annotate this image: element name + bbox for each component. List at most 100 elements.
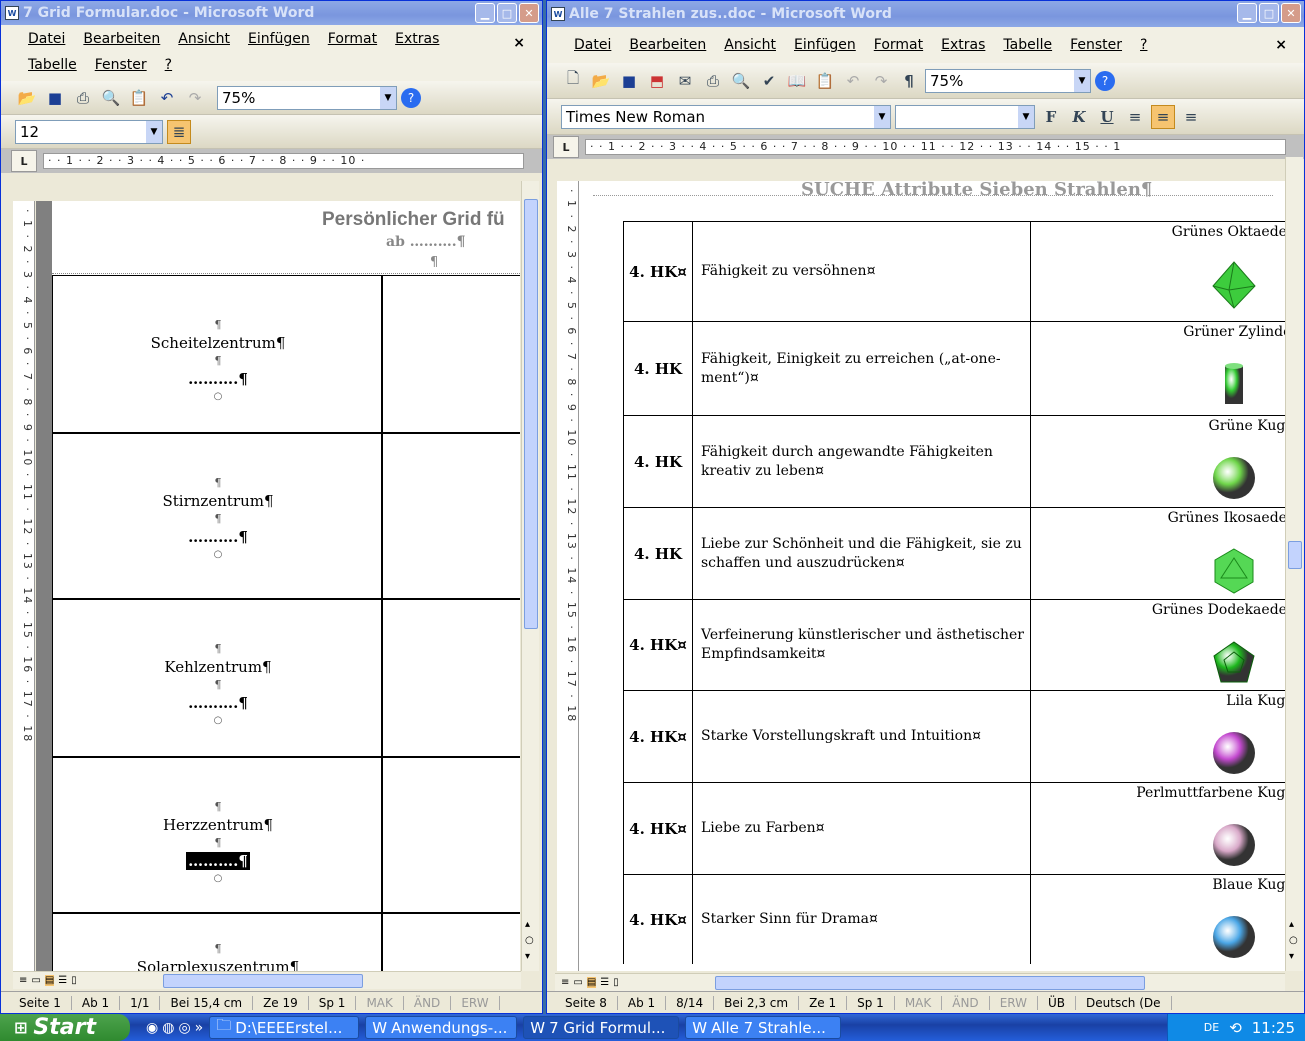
left-vertical-scrollbar[interactable]: ▴ ○ ▾ — [521, 181, 539, 971]
web-view-icon[interactable]: ▭ — [31, 975, 40, 986]
task-alle-strahlen[interactable]: W Alle 7 Strahle... — [685, 1016, 842, 1039]
paste-icon[interactable]: 📋 — [813, 69, 837, 93]
attribute-cell[interactable]: Liebe zur Schönheit und die Fähigkeit, s… — [693, 508, 1031, 599]
menu-item-6[interactable]: Tabelle — [994, 33, 1061, 61]
email-icon[interactable]: ✉ — [673, 69, 697, 93]
attribute-cell[interactable]: Liebe zu Farben¤ — [693, 783, 1031, 874]
attribute-cell[interactable]: Fähigkeit zu versöhnen¤ — [693, 222, 1031, 321]
close-button[interactable]: ✕ — [519, 3, 539, 23]
menu-item-2[interactable]: Ansicht — [715, 33, 785, 61]
shape-cell[interactable]: Lila Kugel¶ — [1031, 691, 1285, 782]
browse-buttons[interactable]: ▴ ○ ▾ — [525, 917, 534, 965]
date-placeholder[interactable]: ……….¶ — [53, 694, 383, 712]
left-document-area[interactable]: Persönlicher Grid fü ab ……….¶ ¶ ¶ Scheite… — [36, 201, 520, 971]
menu-item-6[interactable]: Tabelle — [19, 53, 86, 79]
chakra-cell[interactable]: ¶ Stirnzentrum¶ ¶ ……….¶ ○ — [52, 433, 382, 599]
minimize-button[interactable]: ▁ — [1237, 3, 1257, 23]
scroll-thumb[interactable] — [524, 199, 538, 629]
network-icon[interactable]: ⟲ — [1229, 1019, 1242, 1037]
task-grid-formular[interactable]: W7 Grid Formul... — [523, 1016, 680, 1039]
maximize-button[interactable]: □ — [497, 3, 517, 23]
tab-selector[interactable]: L — [11, 150, 37, 172]
menu-item-8[interactable]: ? — [156, 53, 181, 79]
permission-icon[interactable]: ⬒ — [645, 69, 669, 93]
right-document-area[interactable]: SUCHE Attribute Sieben Strahlen¶ 4. HK¤ F… — [579, 181, 1285, 971]
date-placeholder[interactable]: ……….¶ — [53, 370, 383, 388]
reading-view-icon[interactable]: ▯ — [613, 977, 619, 988]
print-icon[interactable]: ⎙ — [701, 69, 725, 93]
menu-item-1[interactable]: Bearbeiten — [74, 27, 169, 53]
print-layout-icon[interactable]: ▤ — [586, 977, 597, 988]
open-icon[interactable]: 📂 — [589, 69, 613, 93]
table-row[interactable]: 4. HK Liebe zur Schönheit und die Fähigke… — [623, 507, 1285, 599]
table-row[interactable]: 4. HK¤ Liebe zu Farben¤ Perlmuttfarbene Ku… — [623, 782, 1285, 874]
menu-item-1[interactable]: Bearbeiten — [620, 33, 715, 61]
chakra-cell[interactable]: ¶ Scheitelzentrum¶ ¶ ……….¶ ○ — [52, 275, 382, 433]
normal-view-icon[interactable]: ≡ — [561, 977, 569, 988]
h-scroll-thumb[interactable] — [715, 976, 1145, 990]
underline-button[interactable]: U — [1095, 105, 1119, 129]
maximize-button[interactable]: □ — [1259, 3, 1279, 23]
chakra-cell[interactable]: ¶ Kehlzentrum¶ ¶ ……….¶ ○ — [52, 599, 382, 757]
font-size-select[interactable]: 12 ▼ — [15, 119, 163, 144]
ie-icon[interactable]: ◉ — [146, 1020, 158, 1036]
h-scroll-thumb[interactable] — [163, 974, 363, 988]
shape-cell[interactable]: Grünes Dodekaeder ¶ — [1031, 600, 1285, 690]
zoom-select[interactable]: 75% ▼ — [925, 68, 1091, 93]
left-vertical-ruler[interactable]: · 1 · 2 · 3 · 4 · 5 · 6 · 7 · 8 · 9 · 10… — [13, 201, 35, 971]
web-view-icon[interactable]: ▭ — [573, 977, 582, 988]
undo-icon[interactable]: ↶ — [841, 69, 865, 93]
chakra-cell[interactable]: ¶ Herzzentrum¶ ¶ ……….¶ ○ — [52, 757, 382, 913]
date-placeholder[interactable]: ……….¶ — [186, 852, 250, 870]
attribute-cell[interactable]: Starke Vorstellungskraft und Intuition¤ — [693, 691, 1031, 782]
print-layout-icon[interactable]: ▤ — [44, 975, 55, 986]
minimize-button[interactable]: ▁ — [475, 3, 495, 23]
research-icon[interactable]: 📖 — [785, 69, 809, 93]
left-word-window[interactable]: W 7 Grid Formular.doc - Microsoft Word ▁… — [0, 0, 543, 1014]
table-row[interactable]: 4. HK Fähigkeit, Einigkeit zu erreichen (… — [623, 321, 1285, 415]
reading-view-icon[interactable]: ▯ — [71, 975, 77, 986]
menu-item-5[interactable]: Extras — [386, 27, 448, 53]
shape-cell[interactable]: Grünes Ikosaeder ¶ — [1031, 508, 1285, 599]
scroll-thumb[interactable] — [1288, 541, 1302, 569]
cell-right[interactable] — [382, 433, 520, 599]
date-placeholder[interactable]: ……….¶ — [53, 528, 383, 546]
shape-cell[interactable]: Grüner Zylinder¶ — [1031, 322, 1285, 415]
menu-item-4[interactable]: Format — [319, 27, 386, 53]
language-indicator[interactable]: DE — [1204, 1021, 1219, 1034]
cell-right[interactable] — [382, 913, 520, 971]
menu-item-5[interactable]: Extras — [932, 33, 994, 61]
right-vertical-scrollbar[interactable]: ▴ ○ ▾ — [1285, 157, 1303, 971]
more-icon[interactable]: » — [195, 1020, 204, 1036]
browse-buttons[interactable]: ▴ ○ ▾ — [1289, 917, 1298, 965]
clock[interactable]: 11:25 — [1252, 1019, 1295, 1037]
right-vertical-ruler[interactable]: · 1 · 2 · 3 · 4 · 5 · 6 · 7 · 8 · 9 · 10… — [557, 181, 579, 971]
justify-icon[interactable]: ≣ — [167, 119, 191, 144]
shape-cell[interactable]: Perlmuttfarbene Kugel¶ — [1031, 783, 1285, 874]
menu-item-3[interactable]: Einfügen — [785, 33, 865, 61]
menu-item-3[interactable]: Einfügen — [239, 27, 319, 53]
close-document-button[interactable]: × — [1266, 33, 1296, 57]
attribute-cell[interactable]: Verfeinerung künstlerischer und ästhetis… — [693, 600, 1031, 690]
outline-view-icon[interactable]: ☰ — [58, 975, 67, 986]
outline-view-icon[interactable]: ☰ — [600, 977, 609, 988]
cell-right[interactable] — [382, 275, 520, 433]
close-button[interactable]: ✕ — [1281, 3, 1301, 23]
save-icon[interactable]: ■ — [43, 86, 67, 110]
align-right-icon[interactable]: ≡ — [1179, 105, 1203, 129]
left-horizontal-ruler[interactable]: L · · 1 · · 2 · · 3 · · 4 · · 5 · · 6 · … — [1, 149, 542, 173]
redo-icon[interactable]: ↷ — [869, 69, 893, 93]
table-row[interactable]: 4. HK¤ Starke Vorstellungskraft und Intui… — [623, 690, 1285, 782]
menu-item-4[interactable]: Format — [865, 33, 932, 61]
menu-item-0[interactable]: Datei — [565, 33, 620, 61]
chakra-cell[interactable]: ¶ Solarplexuszentrum¶ — [52, 913, 382, 971]
menu-item-8[interactable]: ? — [1131, 33, 1156, 61]
task-explorer[interactable]: 🗀 D:\EEEErstel... — [209, 1016, 360, 1039]
help-icon[interactable]: ? — [1095, 70, 1115, 91]
close-document-button[interactable]: × — [504, 31, 534, 55]
save-icon[interactable]: ■ — [617, 69, 641, 93]
attribute-cell[interactable]: Fähigkeit durch angewandte Fähigkeiten k… — [693, 416, 1031, 507]
table-row[interactable]: 4. HK Fähigkeit durch angewandte Fähigkei… — [623, 415, 1285, 507]
print-preview-icon[interactable]: 🔍 — [99, 86, 123, 110]
redo-icon[interactable]: ↷ — [183, 86, 207, 110]
